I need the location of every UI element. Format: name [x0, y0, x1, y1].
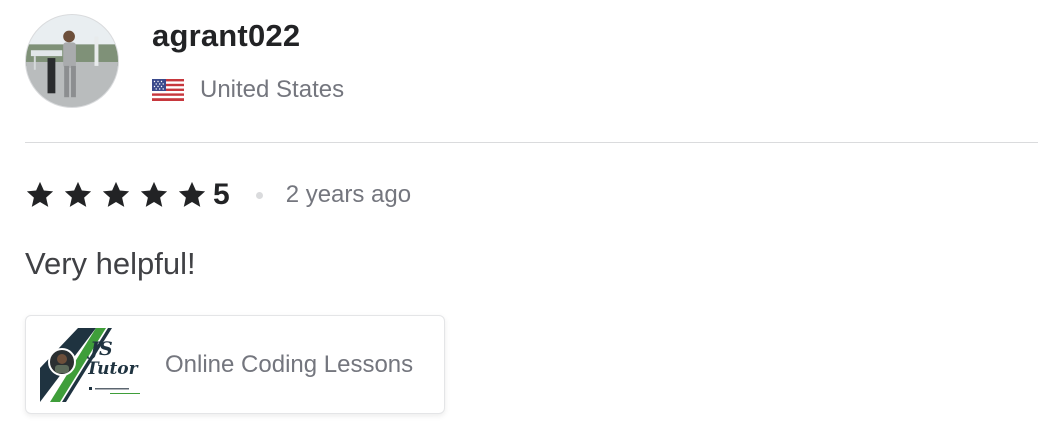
country-name: United States: [200, 76, 345, 103]
gig-title[interactable]: Online Coding Lessons: [165, 351, 413, 379]
reviewer-username[interactable]: agrant022: [152, 18, 300, 54]
rating-value: 5: [213, 178, 230, 211]
divider: [25, 142, 1038, 143]
review-time: 2 years ago: [285, 181, 412, 208]
review-text: Very helpful!: [25, 246, 196, 281]
gig-card[interactable]: JS Tutor Online Coding Lessons: [25, 315, 445, 414]
star-icon: [64, 181, 92, 207]
separator-dot: [255, 191, 263, 199]
svg-text:Tutor: Tutor: [86, 359, 139, 379]
avatar[interactable]: [25, 14, 119, 108]
star-icon: [178, 181, 206, 207]
review-card: agrant022 United States 5 2 years ago Ve…: [0, 0, 1038, 440]
reviewer-country: United States: [152, 76, 344, 104]
us-flag-icon: [152, 79, 184, 101]
avatar-photo: [26, 15, 118, 107]
gig-thumbnail-text: JS: [87, 338, 113, 360]
star-rating: [25, 180, 215, 210]
star-icon: [26, 181, 54, 207]
rating-row: 5 2 years ago: [25, 176, 411, 214]
star-icon: [102, 181, 130, 207]
star-icon: [140, 181, 168, 207]
gig-thumbnail: JS Tutor: [40, 327, 145, 402]
